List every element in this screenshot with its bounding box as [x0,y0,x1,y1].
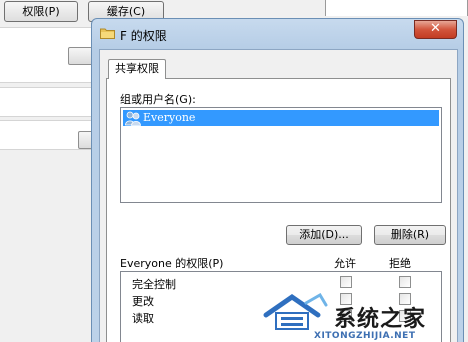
users-group-icon [125,111,141,126]
permission-name: 读取 [132,312,154,325]
house-logo-icon [263,293,328,330]
close-button[interactable]: ✕ [414,20,457,39]
permission-name: 完全控制 [132,278,176,291]
add-button[interactable]: 添加(D)... [286,225,362,245]
permissions-button[interactable]: 权限(P) [4,1,78,22]
allow-checkbox-full-control[interactable] [340,276,352,288]
allow-column-header: 允许 [334,257,356,270]
deny-checkbox-full-control[interactable] [399,276,411,288]
watermark-text: 系统之家 [334,307,427,332]
dialog-title: F 的权限 [120,29,167,43]
remove-button[interactable]: 删除(R) [374,225,446,245]
title-bar[interactable]: F 的权限 ✕ [92,19,463,49]
tab-share-permissions[interactable]: 共享权限 [108,59,166,79]
list-item[interactable]: Everyone [123,110,439,126]
watermark: 系统之家 XITONGZHIJIA.NET [262,293,468,342]
permissions-header: Everyone 的权限(P) [120,257,224,270]
watermark-url: XITONGZHIJIA.NET [314,331,416,341]
permission-row-full-control: 完全控制 [121,274,441,291]
group-list-label: 组或用户名(G): [120,93,196,106]
background-panel [0,87,95,117]
close-icon: ✕ [430,21,441,36]
background-window-edge [325,0,468,16]
group-user-list[interactable]: Everyone [120,107,442,203]
folder-icon [100,28,115,39]
deny-column-header: 拒绝 [389,257,411,270]
list-item-label: Everyone [143,111,196,124]
permission-name: 更改 [132,295,154,308]
